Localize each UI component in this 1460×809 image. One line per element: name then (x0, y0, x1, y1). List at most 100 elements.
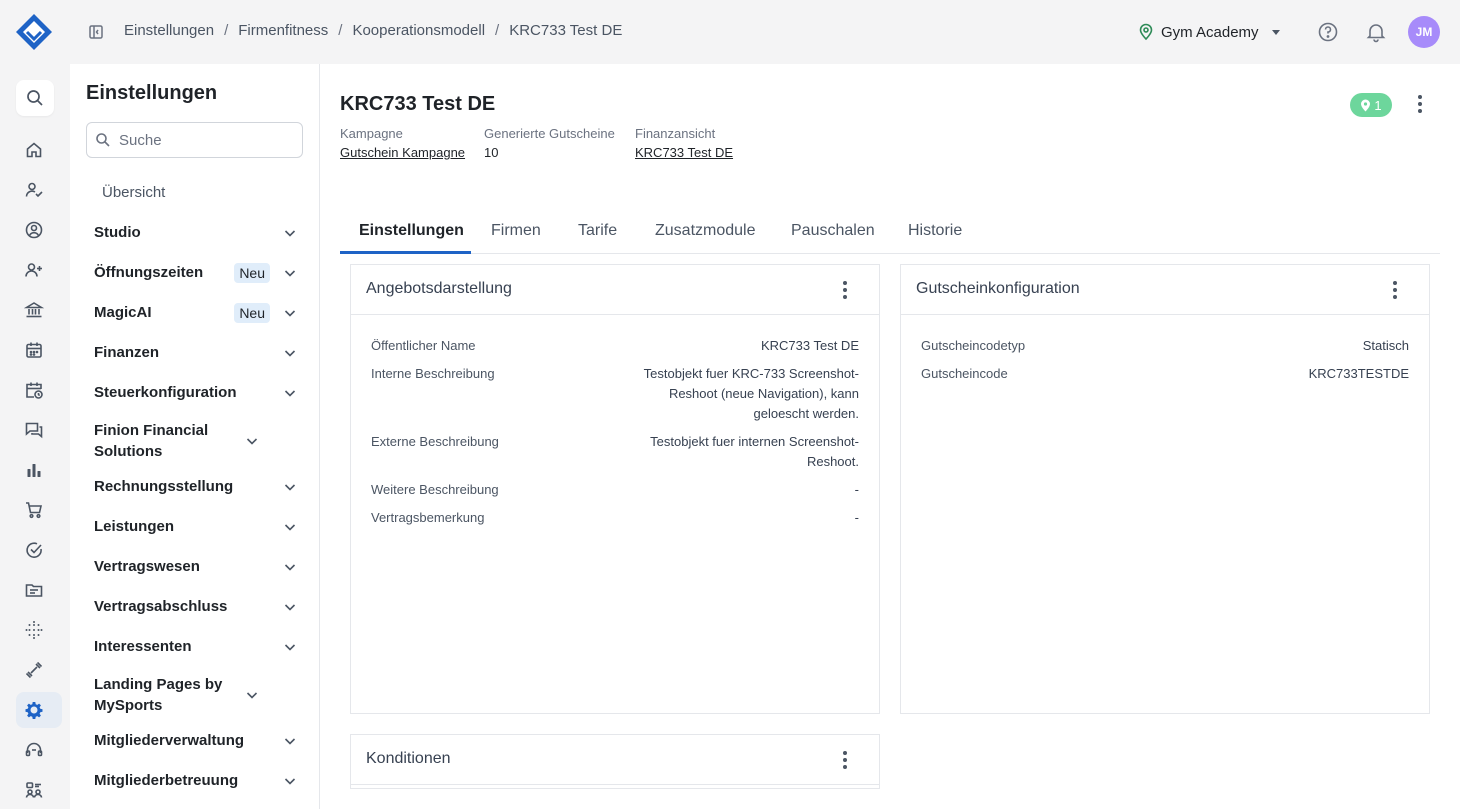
dumbbell-icon[interactable] (16, 652, 62, 688)
chevron-down-icon (284, 643, 296, 651)
chevron-down-icon (284, 777, 296, 785)
check-circle-icon[interactable] (16, 532, 62, 568)
sidebar-item-label: Leistungen (94, 518, 175, 535)
detail-value: Testobjekt fuer KRC-733 Screenshot-Resho… (643, 366, 859, 421)
detail-row: Weitere Beschreibung - (371, 480, 859, 500)
calendar-icon[interactable] (16, 332, 62, 368)
sidebar-item-landing-pages-by-mysports[interactable]: Landing Pages by MySports (94, 674, 304, 716)
sidebar-item-mitgliederbetreuung[interactable]: Mitgliederbetreuung (94, 770, 304, 791)
meta-label: Kampagne (340, 126, 403, 141)
tab-pauschalen[interactable]: Pauschalen (791, 208, 875, 254)
chevron-down-icon (246, 692, 258, 699)
messages-icon[interactable] (16, 412, 62, 448)
user-plus-icon[interactable] (16, 252, 62, 288)
chevron-down-icon (284, 309, 296, 317)
icon-rail (0, 64, 70, 809)
location-count: 1 (1374, 97, 1382, 113)
sidebar-item-interessenten[interactable]: Interessenten (94, 636, 304, 657)
sidebar-item-vertragsabschluss[interactable]: Vertragsabschluss (94, 596, 304, 617)
card-more-icon[interactable] (833, 278, 857, 302)
tab-firmen[interactable]: Firmen (491, 208, 541, 254)
sidebar-item-magicai[interactable]: MagicAI Neu (94, 302, 304, 323)
tab-historie[interactable]: Historie (908, 208, 962, 254)
headset-icon[interactable] (16, 732, 62, 768)
card-more-icon[interactable] (1383, 278, 1407, 302)
sidebar-item-finanzen[interactable]: Finanzen (94, 342, 304, 363)
bank-icon[interactable] (16, 292, 62, 328)
people-icon[interactable] (16, 772, 62, 808)
chevron-down-icon (284, 563, 296, 571)
avatar[interactable]: JM (1408, 16, 1440, 48)
calendar-clock-icon[interactable] (16, 372, 62, 408)
sidebar-item-label: Rechnungsstellung (94, 478, 234, 495)
folder-icon[interactable] (16, 572, 62, 608)
search-icon (96, 133, 110, 147)
chevron-down-icon (284, 523, 296, 531)
sidebar-item-label: Interessenten (94, 638, 192, 655)
sidebar-item-öffnungszeiten[interactable]: Öffnungszeiten Neu (94, 262, 304, 283)
sidebar-item-overview[interactable]: Übersicht (102, 184, 165, 201)
card-more-icon[interactable] (833, 748, 857, 772)
sidebar-item-studio[interactable]: Studio (94, 222, 304, 243)
studio-selector[interactable]: Gym Academy (1137, 20, 1287, 44)
help-icon[interactable] (1316, 20, 1340, 44)
sidebar-item-label: Vertragswesen (94, 558, 200, 575)
sidebar-item-vertragswesen[interactable]: Vertragswesen (94, 556, 304, 577)
rail-search-icon[interactable] (16, 80, 54, 116)
detail-value: Statisch (1362, 338, 1409, 353)
chevron-down-icon (284, 349, 296, 357)
sidebar-item-rechnungsstellung[interactable]: Rechnungsstellung (94, 476, 304, 497)
detail-row: Gutscheincodetyp Statisch (921, 336, 1409, 356)
cart-icon[interactable] (16, 492, 62, 528)
card-angebotsdarstellung: Angebotsdarstellung Öffentlicher Name KR… (350, 264, 880, 714)
sidebar-item-mitgliederverwaltung[interactable]: Mitgliederverwaltung (94, 730, 304, 751)
app-logo-icon[interactable] (14, 12, 54, 52)
detail-value: KRC733 Test DE (760, 338, 859, 353)
card-title: Gutscheinkonfiguration (916, 280, 1080, 297)
chevron-down-icon (284, 389, 296, 397)
detail-value: - (854, 482, 859, 497)
tab-tarife[interactable]: Tarife (578, 208, 617, 254)
sidebar-item-finion-financial-solutions[interactable]: Finion Financial Solutions (94, 420, 304, 462)
tab-einstellungen[interactable]: Einstellungen (359, 208, 464, 254)
bar-chart-icon[interactable] (16, 452, 62, 488)
bell-icon[interactable] (1364, 20, 1388, 44)
caret-down-icon (1271, 30, 1280, 35)
sidebar-item-label: Öffnungszeiten (94, 264, 204, 281)
kampagne-link[interactable]: Gutschein Kampagne (340, 145, 465, 160)
tab-zusatzmodule[interactable]: Zusatzmodule (655, 208, 756, 254)
location-pin-icon (1361, 99, 1371, 111)
detail-row: Vertragsbemerkung - (371, 508, 859, 528)
settings-sidebar: Einstellungen Übersicht Studio Öffnungsze… (70, 64, 320, 809)
home-icon[interactable] (16, 132, 62, 168)
sidebar-item-steuerkonfiguration[interactable]: Steuerkonfiguration (94, 382, 304, 403)
chevron-down-icon (284, 483, 296, 491)
location-pin-icon (1139, 23, 1153, 41)
detail-row: Gutscheincode KRC733TESTDE (921, 364, 1409, 384)
detail-value: KRC733TESTDE (1308, 366, 1409, 381)
page-title: KRC733 Test DE (340, 93, 496, 115)
detail-row: Interne Beschreibung Testobjekt fuer KRC… (371, 364, 859, 424)
user-check-icon[interactable] (16, 172, 62, 208)
page-more-icon[interactable] (1408, 92, 1432, 116)
detail-row: Öffentlicher Name KRC733 Test DE (371, 336, 859, 356)
detail-value: Testobjekt fuer internen Screenshot-Resh… (650, 434, 859, 469)
sidebar-item-label: Mitgliederverwaltung (94, 732, 245, 749)
gear-icon[interactable] (16, 692, 62, 728)
sidebar-search (86, 122, 303, 158)
location-count-badge[interactable]: 1 (1350, 93, 1392, 117)
breadcrumb-item[interactable]: Firmenfitness (238, 22, 328, 39)
breadcrumb-item[interactable]: Kooperationsmodell (352, 22, 485, 39)
sidebar-item-leistungen[interactable]: Leistungen (94, 516, 304, 537)
sidebar-toggle-icon[interactable] (86, 22, 106, 42)
card-gutscheinkonfiguration: Gutscheinkonfiguration Gutscheincodetyp … (900, 264, 1430, 714)
meta-label: Generierte Gutscheine (484, 126, 615, 141)
dots-grid-icon[interactable] (16, 612, 62, 648)
sidebar-item-label: Finanzen (94, 344, 160, 361)
finanzansicht-link[interactable]: KRC733 Test DE (635, 145, 733, 160)
sidebar-search-input[interactable] (119, 131, 289, 149)
sidebar-item-label: Landing Pages by MySports (94, 676, 223, 714)
user-circle-icon[interactable] (16, 212, 62, 248)
breadcrumb-item[interactable]: Einstellungen (124, 22, 214, 39)
new-badge: Neu (234, 262, 270, 283)
